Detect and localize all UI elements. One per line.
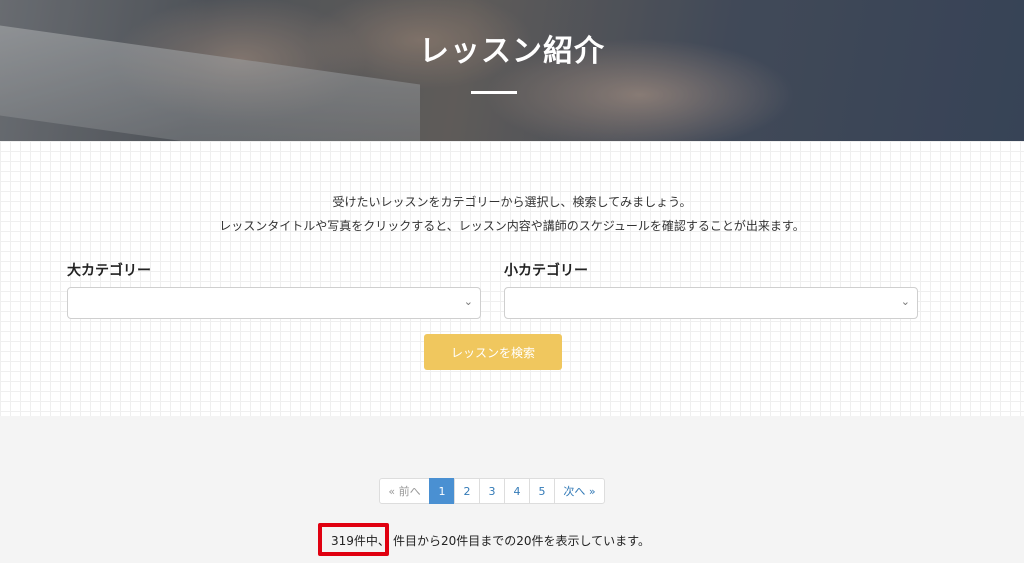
minor-category-select[interactable]: ⌄ <box>504 287 918 319</box>
pagination-page-3[interactable]: 3 <box>479 478 505 504</box>
minor-category-label: 小カテゴリー <box>504 263 588 279</box>
major-category-select[interactable]: ⌄ <box>67 287 481 319</box>
title-underline <box>471 91 517 94</box>
chevron-down-icon: ⌄ <box>463 295 473 308</box>
pagination: « 前へ 1 2 3 4 5 次へ » <box>379 478 605 504</box>
pagination-prev[interactable]: « 前へ <box>379 478 430 504</box>
pagination-next[interactable]: 次へ » <box>554 478 605 504</box>
page-title: レッスン紹介 <box>419 34 605 69</box>
search-lessons-button[interactable]: レッスンを検索 <box>424 334 562 370</box>
pagination-page-2[interactable]: 2 <box>454 478 480 504</box>
hero-banner: レッスン紹介 <box>0 0 1024 141</box>
pagination-page-4[interactable]: 4 <box>504 478 530 504</box>
major-category-label: 大カテゴリー <box>67 263 151 279</box>
chevron-down-icon: ⌄ <box>900 295 910 308</box>
result-range-text: 件目から20件目までの20件を表示しています。 <box>393 534 650 548</box>
intro-text-2: レッスンタイトルや写真をクリックすると、レッスン内容や講師のスケジュールを確認す… <box>219 219 805 233</box>
lesson-search-panel: 受けたいレッスンをカテゴリーから選択し、検索してみましょう。 レッスンタイトルや… <box>0 141 1024 416</box>
pagination-page-5[interactable]: 5 <box>529 478 555 504</box>
pagination-page-1[interactable]: 1 <box>429 478 455 504</box>
intro-text-1: 受けたいレッスンをカテゴリーから選択し、検索してみましょう。 <box>332 195 692 209</box>
annotation-highlight-box <box>318 523 389 556</box>
